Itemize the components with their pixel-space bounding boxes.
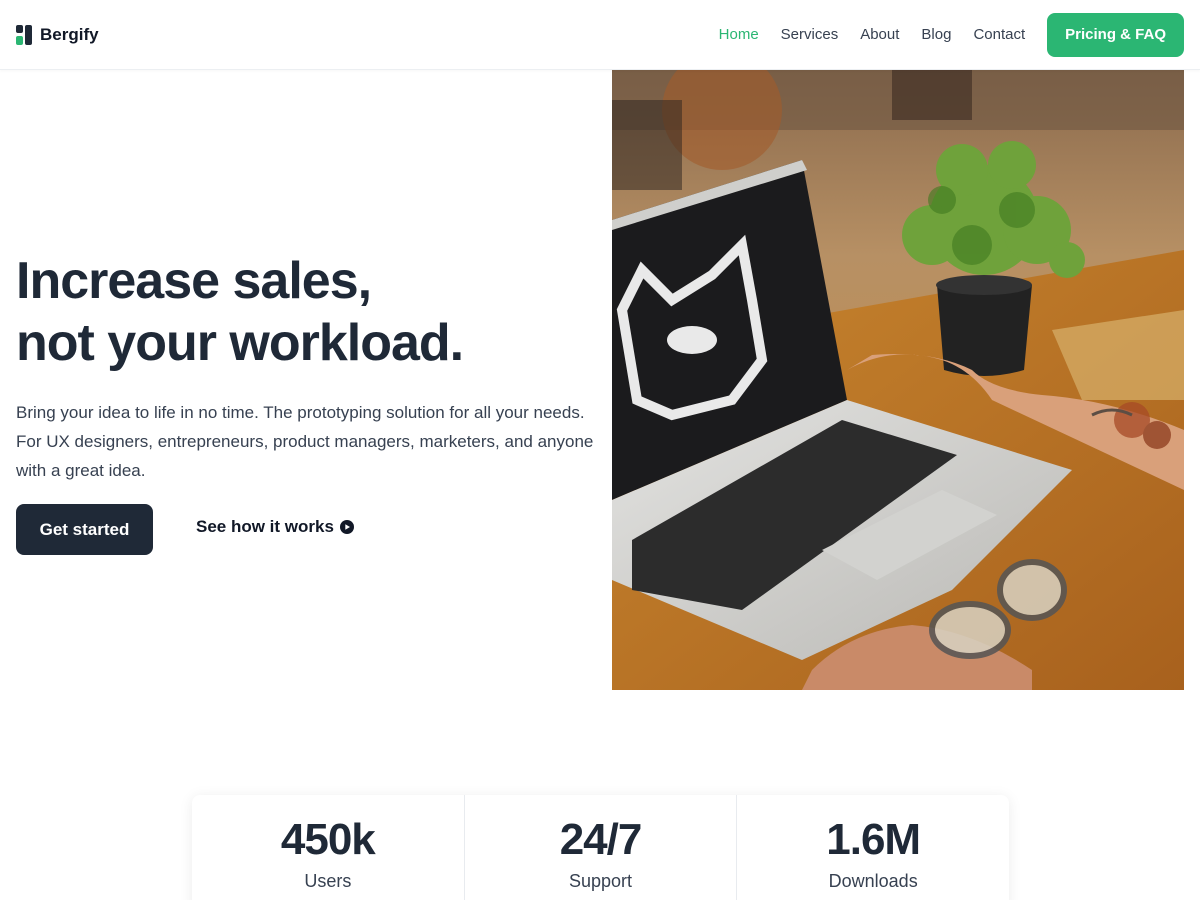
hero-title-line-2: not your workload. (16, 314, 464, 372)
nav-blog[interactable]: Blog (921, 26, 951, 43)
nav-contact[interactable]: Contact (973, 26, 1025, 43)
brand-logo[interactable]: Bergify (16, 24, 99, 45)
stat-value: 1.6M (826, 815, 921, 864)
hero-photo (612, 70, 1184, 690)
see-how-it-works-label: See how it works (196, 517, 334, 536)
nav-services[interactable]: Services (781, 26, 839, 43)
main-nav: Home Services About Blog Contact Pricing… (697, 12, 1184, 57)
stat-value: 450k (280, 815, 376, 864)
pricing-faq-button[interactable]: Pricing & FAQ (1047, 12, 1184, 57)
site-header: Bergify Home Services About Blog Contact… (0, 0, 1200, 70)
logo-icon (16, 24, 32, 45)
stat-downloads: 1.6M Downloads (736, 795, 1009, 900)
get-started-button[interactable]: Get started (16, 504, 153, 555)
stat-support: 24/7 Support (463, 795, 737, 900)
hero-title: Increase sales, not your workload. (16, 250, 596, 374)
nav-home[interactable]: Home (719, 26, 759, 43)
nav-about[interactable]: About (860, 26, 899, 43)
play-circle-icon (339, 520, 354, 534)
stat-users: 450k Users (192, 795, 464, 900)
stat-label: Downloads (828, 871, 918, 891)
stat-label: Users (304, 871, 352, 891)
laptop-desk-photo-illustration (612, 70, 1184, 690)
stat-label: Support (568, 871, 633, 891)
see-how-it-works-link[interactable]: See how it works (196, 517, 354, 537)
stat-value: 24/7 (559, 815, 643, 864)
hero-title-line-1: Increase sales, (16, 252, 372, 310)
brand-name: Bergify (40, 24, 99, 44)
stats-panel: 450k Users 24/7 Support 1.6M Downloads (192, 795, 1009, 900)
hero-description: Bring your idea to life in no time. The … (16, 403, 594, 480)
